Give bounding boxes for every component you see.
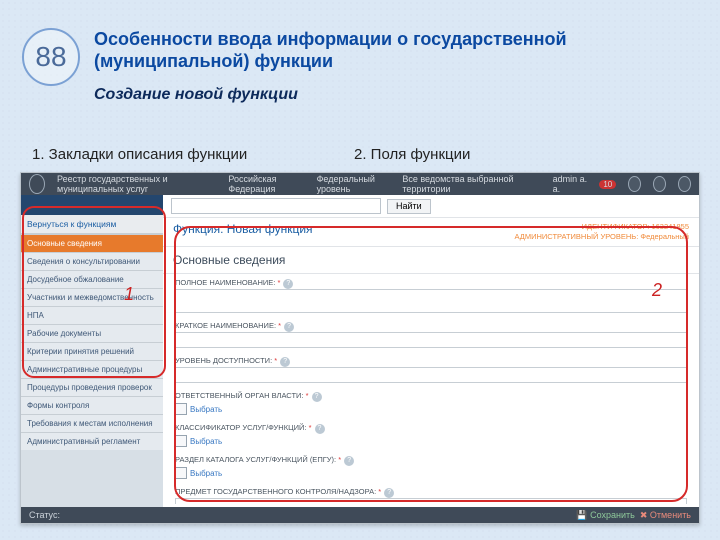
input-full-name[interactable] (175, 289, 687, 313)
input-subject[interactable] (175, 498, 687, 504)
select-access-level[interactable] (175, 367, 687, 383)
search-input[interactable] (171, 198, 381, 214)
sidebar-item[interactable]: Основные сведения (21, 234, 163, 252)
slide-title: Особенности ввода информации о государст… (94, 28, 690, 72)
content-area: Найти Функция: Новая функция ИДЕНТИФИКАТ… (163, 195, 699, 507)
sidebar-item[interactable]: Процедуры проведения проверок (21, 378, 163, 396)
search-button[interactable]: Найти (387, 199, 431, 214)
label-short-name: КРАТКОЕ НАИМЕНОВАНИЕ: * (175, 321, 281, 330)
power-icon[interactable] (678, 176, 691, 192)
doc-icon (175, 467, 187, 479)
label-full-name: ПОЛНОЕ НАИМЕНОВАНИЕ: * (175, 278, 280, 287)
status-bar: Статус: 💾 Сохранить ✖ Отменить (21, 507, 699, 523)
label-classifier: КЛАССИФИКАТОР УСЛУГ/ФУНКЦИЙ: * (175, 423, 312, 432)
sidebar-item[interactable]: Критерии принятия решений (21, 342, 163, 360)
sidebar-nav: Основные сведенияСведения о консультиров… (21, 234, 163, 450)
help-icon[interactable]: ? (280, 357, 290, 367)
sidebar-item[interactable]: Сведения о консультировании (21, 252, 163, 270)
save-button[interactable]: 💾 Сохранить (576, 510, 634, 521)
help-icon[interactable]: ? (315, 424, 325, 434)
choose-catalog[interactable]: Выбрать (190, 469, 222, 478)
cancel-button[interactable]: ✖ Отменить (640, 510, 691, 521)
sidebar-item[interactable]: Требования к местам исполнения (21, 414, 163, 432)
meta-level: АДМИНИСТРАТИВНЫЙ УРОВЕНЬ: Федеральный (515, 232, 690, 242)
choose-classifier[interactable]: Выбрать (190, 437, 222, 446)
search-bar: Найти (163, 195, 699, 218)
content-header: Функция: Новая функция ИДЕНТИФИКАТОР: 16… (163, 218, 699, 247)
portal-logo-icon (29, 174, 45, 194)
page-number-badge: 88 (22, 28, 80, 86)
sidebar: Вернуться к функциям Основные сведенияСв… (21, 195, 163, 523)
help-icon[interactable] (653, 176, 666, 192)
label-catalog: РАЗДЕЛ КАТАЛОГА УСЛУГ/ФУНКЦИЙ (ЕПГУ): * (175, 455, 341, 464)
doc-icon (175, 403, 187, 415)
slide-subtitle: Создание новой функции (94, 86, 298, 104)
status-label: Статус: (29, 510, 60, 520)
region-label[interactable]: Российская Федерация (228, 174, 304, 194)
help-icon[interactable]: ? (312, 392, 322, 402)
caption-fields: 2. Поля функции (354, 146, 470, 163)
function-meta: ИДЕНТИФИКАТОР: 163241855 АДМИНИСТРАТИВНЫ… (515, 222, 690, 242)
scope-label[interactable]: Все ведомства выбранной территории (402, 174, 528, 194)
notification-badge[interactable]: 10 (599, 180, 616, 189)
sidebar-item[interactable]: Участники и межведомственность (21, 288, 163, 306)
input-short-name[interactable] (175, 332, 687, 348)
label-access-level: УРОВЕНЬ ДОСТУПНОСТИ: * (175, 356, 277, 365)
help-icon[interactable]: ? (284, 322, 294, 332)
doc-icon (175, 435, 187, 447)
meta-id: ИДЕНТИФИКАТОР: 163241855 (515, 222, 690, 232)
level-label[interactable]: Федеральный уровень (317, 174, 391, 194)
sidebar-item[interactable]: Формы контроля (21, 396, 163, 414)
user-label[interactable]: admin a. a. (553, 174, 588, 194)
sidebar-header (21, 195, 163, 215)
caption-tabs: 1. Закладки описания функции (32, 146, 247, 163)
choose-responsible[interactable]: Выбрать (190, 405, 222, 414)
callout-number-2: 2 (652, 280, 662, 301)
sidebar-item[interactable]: НПА (21, 306, 163, 324)
callout-number-1: 1 (124, 284, 134, 305)
help-icon[interactable]: ? (384, 488, 394, 498)
info-icon[interactable] (628, 176, 641, 192)
app-screenshot: Реестр государственных и муниципальных у… (20, 172, 700, 524)
label-subject: ПРЕДМЕТ ГОСУДАРСТВЕННОГО КОНТРОЛЯ/НАДЗОР… (175, 487, 381, 496)
help-icon[interactable]: ? (344, 456, 354, 466)
sidebar-item[interactable]: Административный регламент (21, 432, 163, 450)
sidebar-item[interactable]: Рабочие документы (21, 324, 163, 342)
portal-name: Реестр государственных и муниципальных у… (57, 174, 216, 194)
sidebar-item[interactable]: Досудебное обжалование (21, 270, 163, 288)
form-fields: ПОЛНОЕ НАИМЕНОВАНИЕ: *? КРАТКОЕ НАИМЕНОВ… (163, 274, 699, 504)
function-title: Функция: Новая функция (173, 222, 313, 236)
sidebar-item[interactable]: Административные процедуры (21, 360, 163, 378)
sidebar-back-link[interactable]: Вернуться к функциям (21, 215, 163, 234)
label-responsible: ОТВЕТСТВЕННЫЙ ОРГАН ВЛАСТИ: * (175, 391, 309, 400)
section-title: Основные сведения (163, 247, 699, 274)
window-topbar: Реестр государственных и муниципальных у… (21, 173, 699, 195)
help-icon[interactable]: ? (283, 279, 293, 289)
